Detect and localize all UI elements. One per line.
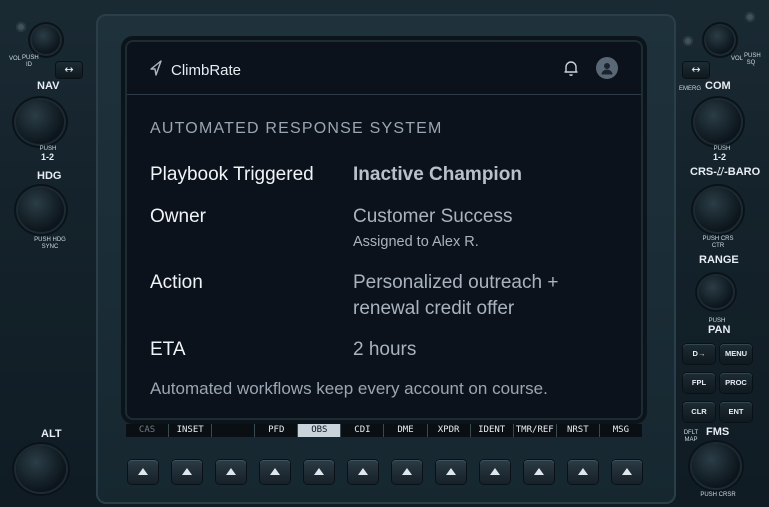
action-value-line1: Personalized outreach + (353, 272, 559, 293)
softkey-inset[interactable]: INSET (169, 424, 213, 437)
up-triangle-icon (226, 468, 236, 475)
softkey-dme[interactable]: DME (384, 424, 428, 437)
up-triangle-icon (402, 468, 412, 475)
range-joystick[interactable] (699, 276, 733, 308)
crs-baro-label: CRS-⌰-BARO (690, 166, 761, 178)
fms-label: FMS (706, 426, 730, 438)
vol-label-right: VOL (730, 56, 743, 62)
fms-knob[interactable] (692, 444, 740, 488)
push-sq-label: PUSH SQ (744, 53, 761, 66)
softkey-button[interactable] (348, 460, 378, 484)
user-avatar-icon[interactable] (596, 57, 618, 79)
fpl-button[interactable]: FPL (683, 373, 715, 393)
softkey-xpdr[interactable]: XPDR (427, 424, 471, 437)
up-triangle-icon (182, 468, 192, 475)
com-swap-button[interactable]: ↔ (683, 62, 709, 78)
up-triangle-icon (358, 468, 368, 475)
softkey-button[interactable] (172, 460, 202, 484)
up-triangle-icon (446, 468, 456, 475)
push-crsr-label: PUSH CRSR (700, 492, 736, 498)
com-label: COM (705, 80, 731, 92)
softkey-obs[interactable]: OBS (298, 424, 342, 437)
avionics-bezel: VOL PUSH ID ↔ NAV PUSH 1-2 HDG PUSH HDG … (0, 0, 769, 507)
nav-knob[interactable] (16, 100, 64, 144)
ent-button[interactable]: ENT (720, 402, 752, 422)
softkey-button[interactable] (216, 460, 246, 484)
brand[interactable]: ClimbRate (149, 60, 241, 80)
alt-label: ALT (41, 428, 62, 440)
up-triangle-icon (314, 468, 324, 475)
playbook-label: Playbook Triggered (150, 164, 314, 185)
hdg-push-label: PUSH HDG SYNC (34, 237, 66, 250)
push-id-label: PUSH ID (22, 55, 39, 68)
screw (683, 36, 693, 46)
softkey-button[interactable] (568, 460, 598, 484)
playbook-value: Inactive Champion (353, 164, 522, 185)
owner-label: Owner (150, 206, 206, 227)
emerg-label: EMERG (679, 86, 702, 92)
softkey-button[interactable] (612, 460, 642, 484)
app-header: ClimbRate (127, 42, 641, 95)
owner-assignee: Assigned to Alex R. (353, 234, 479, 250)
softkey-button-row (128, 460, 648, 486)
volume-knob-right[interactable] (706, 26, 734, 54)
softkey-button[interactable] (260, 460, 290, 484)
owner-value: Customer Success (353, 206, 513, 227)
up-triangle-icon (622, 468, 632, 475)
up-triangle-icon (270, 468, 280, 475)
direct-to-button[interactable]: D→ (683, 344, 715, 364)
action-value-line2: renewal credit offer (353, 298, 515, 319)
softkey-cdi[interactable]: CDI (341, 424, 385, 437)
up-triangle-icon (490, 468, 500, 475)
paper-plane-icon (149, 60, 163, 80)
softkey-blank[interactable] (212, 424, 256, 437)
eta-value: 2 hours (353, 339, 417, 360)
crs-push-label: PUSH CRS CTR (702, 236, 734, 249)
up-triangle-icon (534, 468, 544, 475)
alt-knob[interactable] (16, 446, 66, 492)
bell-icon[interactable] (562, 59, 580, 77)
range-label: RANGE (699, 254, 739, 266)
softkey-pfd[interactable]: PFD (255, 424, 299, 437)
crs-baro-knob[interactable] (695, 188, 741, 232)
hdg-knob[interactable] (18, 188, 64, 232)
clr-button[interactable]: CLR (683, 402, 715, 422)
softkey-bar: CAS INSET PFD OBS CDI DME XPDR IDENT TMR… (126, 424, 642, 438)
softkey-button[interactable] (392, 460, 422, 484)
softkey-button[interactable] (128, 460, 158, 484)
pan-label: PAN (708, 324, 731, 336)
brand-name: ClimbRate (171, 61, 242, 79)
softkey-tmr-ref[interactable]: TMR/REF (513, 424, 557, 437)
section-title: AUTOMATED RESPONSE SYSTEM (150, 120, 443, 137)
screw (16, 22, 26, 32)
softkey-msg[interactable]: MSG (599, 424, 642, 437)
nav-12-label: 1-2 (41, 152, 55, 162)
action-label: Action (150, 272, 203, 293)
com-12-label: 1-2 (713, 152, 727, 162)
footer-tagline: Automated workflows keep every account o… (150, 379, 548, 398)
vol-label-left: VOL (8, 56, 21, 62)
display-screen: ClimbRate AUTOMATED RESPONSE SYSTEM Play… (127, 42, 641, 418)
softkey-button[interactable] (304, 460, 334, 484)
dflt-map-label: DFLT MAP (683, 430, 699, 443)
softkey-ident[interactable]: IDENT (470, 424, 514, 437)
softkey-button[interactable] (480, 460, 510, 484)
softkey-button[interactable] (436, 460, 466, 484)
proc-button[interactable]: PROC (720, 373, 752, 393)
softkey-button[interactable] (524, 460, 554, 484)
up-triangle-icon (138, 468, 148, 475)
softkey-nrst[interactable]: NRST (556, 424, 600, 437)
eta-label: ETA (150, 339, 186, 360)
menu-button[interactable]: MENU (720, 344, 752, 364)
volume-knob-left[interactable] (32, 26, 60, 54)
softkey-cas[interactable]: CAS (126, 424, 170, 437)
hdg-label: HDG (37, 170, 62, 182)
com-knob[interactable] (695, 100, 741, 144)
nav-swap-button[interactable]: ↔ (56, 62, 82, 78)
screw (745, 12, 755, 22)
nav-label: NAV (37, 80, 60, 92)
up-triangle-icon (578, 468, 588, 475)
